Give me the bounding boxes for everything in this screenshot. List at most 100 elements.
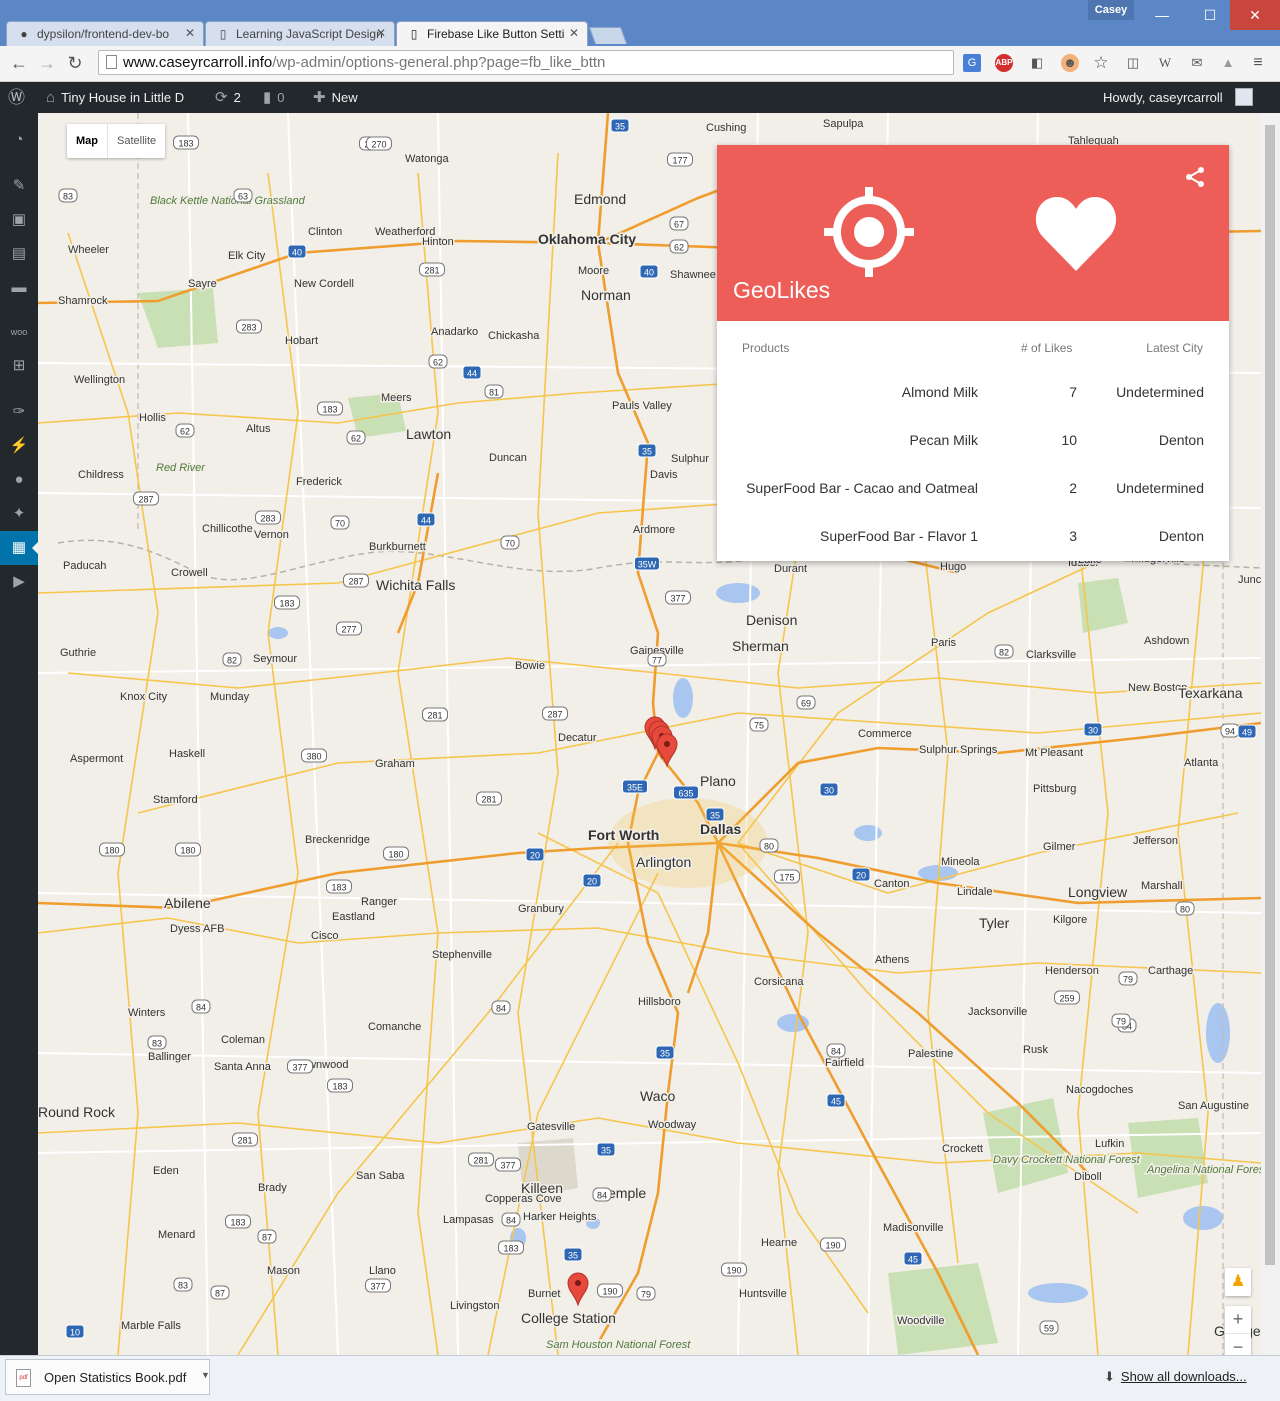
cart-icon[interactable]: ⊞ [0, 349, 38, 383]
highway-shield: 81 [484, 384, 504, 399]
updates-icon: ⟳ [215, 89, 228, 106]
download-filename: Open Statistics Book.pdf [44, 1370, 187, 1385]
map-place-label: Altus [246, 423, 271, 435]
zoom-in-button[interactable]: + [1225, 1306, 1251, 1333]
close-icon[interactable]: ✕ [569, 26, 579, 40]
map-type-satellite-button[interactable]: Satellite [108, 124, 165, 158]
adblock-icon[interactable]: ABP [995, 54, 1013, 72]
map-place-label: Graham [375, 758, 415, 770]
comments-icon[interactable]: ▬ [0, 271, 38, 305]
wordpress-logo-icon[interactable]: Ⓦ [8, 82, 31, 113]
map-place-label: Santa Anna [214, 1061, 272, 1073]
tools-wrench-icon[interactable]: ✦ [0, 497, 38, 531]
map-marker[interactable] [567, 1272, 589, 1307]
map-place-label: Sherman [732, 638, 789, 654]
map-place-label: Stephenville [432, 949, 492, 961]
reader-icon[interactable]: ◧ [1028, 54, 1046, 72]
svg-text:84: 84 [831, 1047, 841, 1057]
forward-arrow-icon[interactable]: → [36, 52, 58, 74]
svg-text:83: 83 [178, 1281, 188, 1291]
svg-text:35: 35 [710, 811, 720, 821]
updates-link[interactable]: ⟳ 2 [215, 82, 241, 113]
close-icon[interactable]: ✕ [185, 26, 195, 40]
my-account-link[interactable]: Howdy, caseyrcarroll [1103, 82, 1223, 113]
drive-icon[interactable]: ▲ [1219, 54, 1237, 72]
interstate-shield: 35 [637, 443, 657, 458]
back-arrow-icon[interactable]: ← [8, 52, 30, 74]
highway-shield: 84 [191, 999, 211, 1014]
page-icon: ▯ [410, 27, 418, 41]
wikipedia-icon[interactable]: W [1156, 54, 1174, 72]
settings-icon[interactable]: ▦ [0, 531, 38, 565]
svg-text:635: 635 [678, 789, 693, 799]
media-icon[interactable]: ▣ [0, 203, 38, 237]
scrollbar-thumb[interactable] [1265, 125, 1275, 1265]
close-window-button[interactable]: ✕ [1230, 0, 1280, 30]
site-name-link[interactable]: ⌂ Tiny House in Little D [46, 82, 184, 113]
address-bar[interactable]: www.caseyrcarroll.info/wp-admin/options-… [98, 50, 954, 75]
highway-shield: 77 [647, 652, 667, 667]
map-place-label: Paris [931, 637, 957, 649]
plugins-icon[interactable]: ⚡ [0, 429, 38, 463]
svg-text:62: 62 [351, 434, 361, 444]
tab-firebase-like-button[interactable]: ▯ Firebase Like Button Setti ✕ [396, 21, 588, 46]
svg-text:82: 82 [227, 656, 237, 666]
bulb-icon[interactable]: ◫ [1124, 54, 1142, 72]
interstate-shield: 35 [596, 1142, 616, 1157]
comments-link[interactable]: ▮ 0 [263, 82, 285, 113]
map-marker[interactable] [656, 733, 678, 768]
avatar-extension-icon[interactable]: ☻ [1061, 54, 1079, 72]
map-type-map-button[interactable]: Map [67, 124, 108, 158]
map-place-label: Elk City [228, 250, 266, 262]
svg-text:10: 10 [70, 1328, 80, 1338]
collapse-menu-icon[interactable]: ▶ [0, 565, 38, 599]
new-content-link[interactable]: ✚ New [313, 82, 358, 113]
highway-shield: 82 [222, 652, 242, 667]
avatar[interactable] [1235, 88, 1253, 106]
minimize-button[interactable]: — [1142, 0, 1182, 30]
highway-shield: 283 [255, 510, 281, 525]
zoom-out-button[interactable]: − [1225, 1333, 1251, 1355]
map-place-label: Hollis [139, 412, 166, 424]
svg-text:30: 30 [824, 786, 834, 796]
reload-icon[interactable]: ↻ [64, 52, 86, 74]
map-place-label: Lampasas [443, 1214, 494, 1226]
map-place-label: Rusk [1023, 1044, 1049, 1056]
svg-text:62: 62 [180, 427, 190, 437]
tab-github[interactable]: ● dypsilon/frontend-dev-bo ✕ [6, 21, 204, 46]
page-scrollbar[interactable] [1261, 113, 1280, 1355]
map-place-label: Dyess AFB [170, 923, 224, 935]
pages-icon[interactable]: ▤ [0, 237, 38, 271]
new-tab-button[interactable] [588, 27, 628, 44]
highway-shield: 281 [422, 707, 448, 722]
svg-text:62: 62 [433, 358, 443, 368]
menu-icon[interactable]: ≡ [1249, 54, 1267, 72]
page-icon [106, 55, 117, 69]
download-item[interactable]: pdf Open Statistics Book.pdf ▼ [5, 1359, 210, 1395]
mail-icon[interactable]: ✉ [1188, 54, 1206, 72]
svg-text:281: 281 [481, 795, 496, 805]
users-icon[interactable]: ● [0, 463, 38, 497]
svg-text:84: 84 [196, 1003, 206, 1013]
dashboard-icon[interactable]: ◔ [0, 123, 38, 157]
show-all-downloads-link[interactable]: ⬇ Show all downloads... [1104, 1369, 1247, 1385]
maximize-button[interactable]: ☐ [1190, 0, 1230, 30]
svg-text:20: 20 [530, 851, 540, 861]
tab-learning-js[interactable]: ▯ Learning JavaScript Design ✕ [205, 21, 395, 46]
highway-shield: 175 [774, 869, 800, 884]
tab-label: dypsilon/frontend-dev-bo [37, 27, 170, 41]
profile-button[interactable]: Casey [1088, 0, 1134, 20]
svg-text:62: 62 [674, 243, 684, 253]
chevron-down-icon[interactable]: ▼ [201, 1370, 210, 1380]
bookmark-star-icon[interactable]: ☆ [1092, 54, 1110, 72]
street-view-pegman-icon[interactable]: ♟ [1225, 1268, 1251, 1296]
svg-text:35E: 35E [627, 783, 643, 793]
close-icon[interactable]: ✕ [376, 26, 386, 40]
svg-text:190: 190 [602, 1287, 617, 1297]
woocommerce-icon[interactable]: woo [0, 315, 38, 349]
map-place-label: Pittsburg [1033, 783, 1076, 795]
posts-pin-icon[interactable]: ✎ [0, 169, 38, 203]
appearance-brush-icon[interactable]: ✑ [0, 395, 38, 429]
share-icon[interactable] [1183, 165, 1207, 189]
translate-icon[interactable]: G [963, 54, 981, 72]
